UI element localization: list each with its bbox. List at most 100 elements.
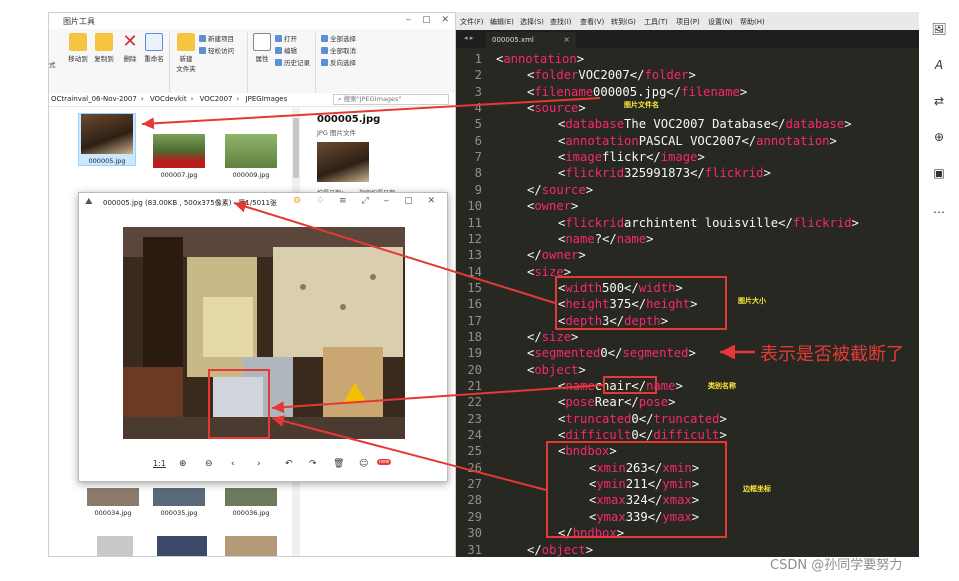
menu-item-help[interactable]: 帮助(H): [740, 17, 765, 27]
move-to-button[interactable]: 移动到: [65, 33, 91, 63]
code-line[interactable]: 27 <ymin211</ymin>: [456, 477, 919, 493]
tab-000005-xml[interactable]: 000005.xml ×: [486, 32, 576, 48]
code-line[interactable]: 10 <owner>: [456, 199, 919, 215]
address-bar[interactable]: OCtrainval_06-Nov-2007 › VOCdevkit › VOC20…: [49, 93, 455, 107]
code-text: <height375</height>: [558, 297, 698, 312]
file-item[interactable]: 000007.jpg: [151, 134, 207, 179]
menu-item-tools[interactable]: 工具(T): [644, 17, 668, 27]
search-input[interactable]: ⌕ 搜索"JPEGImages": [333, 94, 449, 105]
side-tool-panel: 🖼 A ⇄ ⊕ ▣ …: [920, 12, 959, 242]
file-item[interactable]: 000034.jpg: [85, 488, 141, 517]
invert-selection-button[interactable]: 反向选择: [321, 57, 356, 67]
zoom-out-icon[interactable]: ⊖: [205, 459, 213, 469]
copy-to-button[interactable]: 复制到: [91, 33, 117, 63]
next-icon[interactable]: ›: [257, 459, 261, 469]
screenshot-icon[interactable]: ▣: [926, 160, 952, 186]
code-line[interactable]: 7 <imageflickr</image>: [456, 150, 919, 166]
code-line[interactable]: 5 <databaseThe VOC2007 Database</database…: [456, 117, 919, 133]
viewer-window-controls[interactable]: ⚙ ♢ ≡ ⤢ ‒ ▢ ✕: [293, 196, 441, 206]
close-icon[interactable]: ×: [563, 35, 570, 44]
new-item-button[interactable]: 新建项目: [199, 33, 234, 43]
image-thumbnail: [81, 114, 133, 154]
translate-icon[interactable]: ⇄: [926, 88, 952, 114]
file-item[interactable]: 000036.jpg: [223, 488, 279, 517]
menu-item-find[interactable]: 查找(I): [550, 17, 572, 27]
code-line[interactable]: 22 <poseRear</pose>: [456, 395, 919, 411]
code-line[interactable]: 26 <xmin263</xmin>: [456, 461, 919, 477]
history-button[interactable]: 历史记录: [275, 57, 310, 67]
image-thumbnail[interactable]: [225, 536, 277, 556]
viewer-toolbar: 1:1 ⊕ ⊖ ‹ › ↶ ↷ 🗑 ☺ new: [149, 459, 392, 475]
code-line[interactable]: 13 </owner>: [456, 248, 919, 264]
code-line[interactable]: 9 </source>: [456, 183, 919, 199]
code-line[interactable]: 21 <namechair</name>: [456, 379, 919, 395]
zoom-icon[interactable]: ⊕: [926, 124, 952, 150]
image-edit-icon[interactable]: 🖼: [926, 16, 952, 42]
menu-item-view[interactable]: 查看(V): [580, 17, 604, 27]
menu-item-select[interactable]: 选择(S): [520, 17, 544, 27]
new-folder-button[interactable]: 新建 文件夹: [173, 33, 199, 73]
code-line[interactable]: 1 <annotation>: [456, 52, 919, 68]
code-line[interactable]: 25 <bndbox>: [456, 444, 919, 460]
properties-button[interactable]: 属性: [249, 33, 275, 63]
settings-icon[interactable]: ⚙: [293, 196, 307, 206]
trash-icon[interactable]: 🗑: [333, 459, 344, 469]
code-line[interactable]: 4 <source>: [456, 101, 919, 117]
more-icon[interactable]: …: [926, 196, 952, 222]
breadcrumb[interactable]: OCtrainval_06-Nov-2007 › VOCdevkit › VOC20…: [51, 95, 291, 103]
easy-access-button[interactable]: 轻松访问: [199, 45, 234, 55]
image-thumbnail[interactable]: [97, 536, 133, 556]
code-line[interactable]: 23 <truncated0</truncated>: [456, 412, 919, 428]
code-line[interactable]: 29 <ymax339</ymax>: [456, 510, 919, 526]
breadcrumb-item[interactable]: VOC2007: [200, 95, 233, 103]
delete-button[interactable]: ✕ 删除: [117, 33, 143, 64]
image-thumbnail[interactable]: [157, 536, 207, 556]
image-thumbnail: [153, 134, 205, 168]
edit-button[interactable]: 编辑: [275, 45, 297, 55]
code-line[interactable]: 3 <filename000005.jpg</filename>: [456, 85, 919, 101]
code-line[interactable]: 16 <height375</height>: [456, 297, 919, 313]
select-all-button[interactable]: 全部选择: [321, 33, 356, 43]
scrollbar-thumb[interactable]: [293, 118, 299, 178]
code-line[interactable]: 28 <xmax324</xmax>: [456, 493, 919, 509]
folder-icon: [69, 33, 87, 51]
rotate-left-icon[interactable]: ↶: [285, 459, 293, 469]
code-line[interactable]: 8 <flickrid325991873</flickrid>: [456, 166, 919, 182]
menu-item-project[interactable]: 项目(P): [676, 17, 700, 27]
code-line[interactable]: 15 <width500</width>: [456, 281, 919, 297]
zoom-in-icon[interactable]: ⊕: [179, 459, 187, 469]
window-controls[interactable]: ‒ ▢ ✕: [406, 15, 454, 25]
code-line[interactable]: 24 <difficult0</difficult>: [456, 428, 919, 444]
photo-canvas[interactable]: [123, 227, 405, 439]
code-line[interactable]: 12 <name?</name>: [456, 232, 919, 248]
file-item[interactable]: 000035.jpg: [151, 488, 207, 517]
breadcrumb-item[interactable]: JPEGImages: [246, 95, 288, 103]
code-line[interactable]: 14 <size>: [456, 265, 919, 281]
menu-item-settings[interactable]: 设置(N): [708, 17, 733, 27]
file-item[interactable]: 000009.jpg: [223, 134, 279, 179]
menu-item-goto[interactable]: 转到(G): [611, 17, 636, 27]
code-line[interactable]: 17 <depth3</depth>: [456, 314, 919, 330]
code-line[interactable]: 30 </bndbox>: [456, 526, 919, 542]
file-item[interactable]: 000005.jpg: [78, 113, 136, 166]
bbox-note: 边框坐标: [743, 485, 771, 493]
breadcrumb-item[interactable]: VOCdevkit: [150, 95, 187, 103]
code-line[interactable]: 2 <folderVOC2007</folder>: [456, 68, 919, 84]
code-text: </bndbox>: [558, 526, 625, 541]
rename-button[interactable]: 重命名: [141, 33, 167, 63]
code-line[interactable]: 6 <annotationPASCAL VOC2007</annotation>: [456, 134, 919, 150]
tab-nav-arrows[interactable]: ◂ ▸: [464, 34, 473, 42]
code-text: <namechair</name>: [558, 379, 683, 393]
breadcrumb-item[interactable]: OCtrainval_06-Nov-2007: [51, 95, 137, 103]
select-none-button[interactable]: 全部取消: [321, 45, 356, 55]
menu-item-file[interactable]: 文件(F): [460, 17, 484, 27]
menu-item-edit[interactable]: 编辑(E): [490, 17, 514, 27]
smile-icon[interactable]: ☺: [359, 459, 368, 469]
rotate-right-icon[interactable]: ↷: [309, 459, 317, 469]
actual-size-button[interactable]: 1:1: [153, 459, 166, 468]
code-line[interactable]: 11 <flickridarchintent louisville</flickr…: [456, 216, 919, 232]
text-style-icon[interactable]: A: [926, 52, 952, 78]
line-number: 20: [467, 362, 482, 377]
open-button[interactable]: 打开: [275, 33, 297, 43]
previous-icon[interactable]: ‹: [231, 459, 235, 469]
